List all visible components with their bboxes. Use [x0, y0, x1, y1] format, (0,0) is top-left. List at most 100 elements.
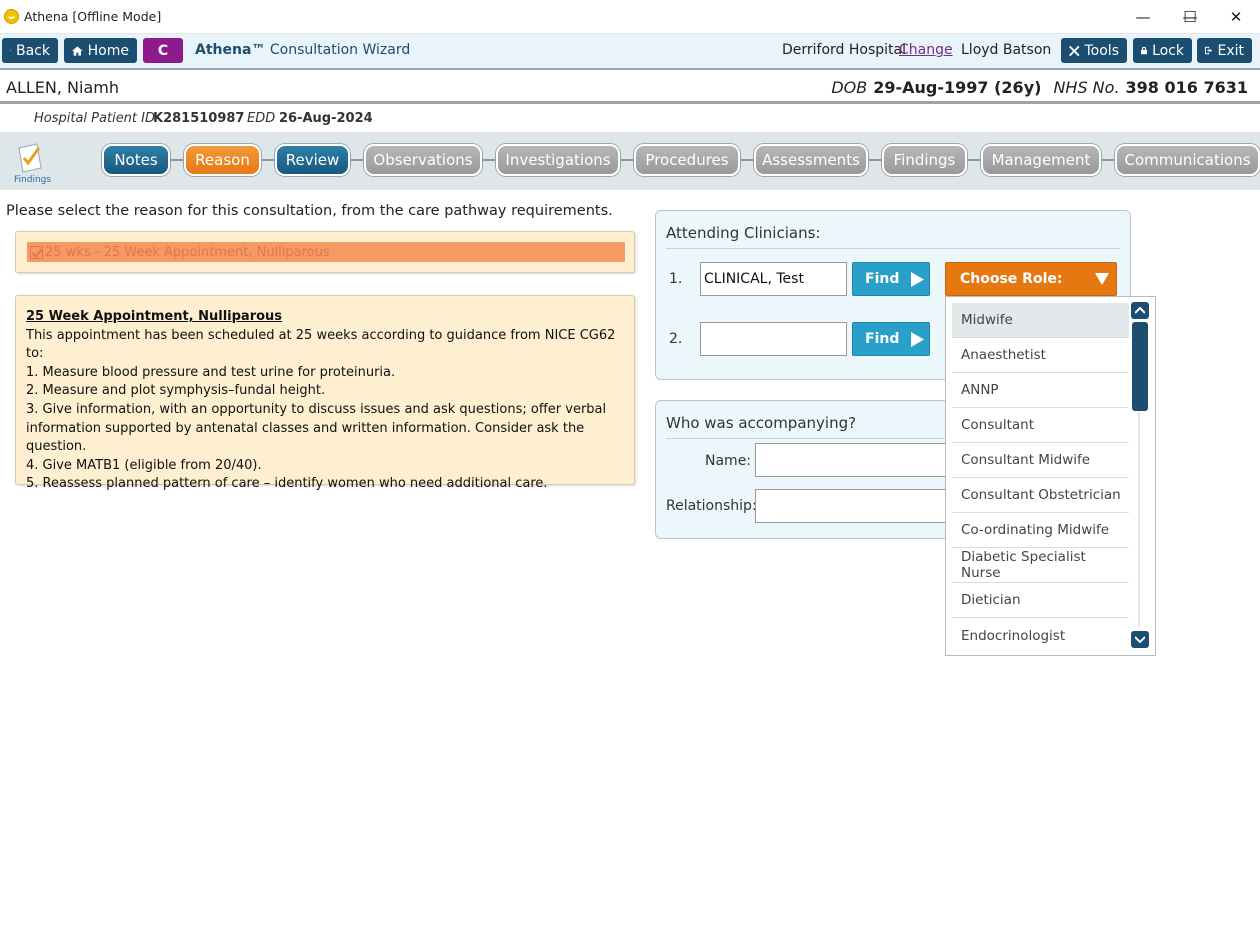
divider: [666, 248, 1120, 249]
back-button[interactable]: Back: [2, 38, 58, 63]
accompanying-name-input[interactable]: [755, 443, 955, 477]
tab-management[interactable]: Management: [981, 144, 1101, 176]
user-name: Lloyd Batson: [961, 42, 1052, 58]
c-button[interactable]: C: [143, 38, 183, 63]
patient-banner: ALLEN, Niamh DOB 29-Aug-1997 (26y) NHS No.…: [0, 68, 1260, 104]
dob-label: DOB: [831, 78, 868, 97]
clinician-1-input[interactable]: CLINICAL, Test: [700, 262, 847, 296]
play-arrow-icon: [911, 331, 925, 347]
reason-list: 25 wks - 25 Week Appointment, Nulliparou…: [15, 231, 635, 273]
dropdown-scrollbar[interactable]: [1130, 302, 1150, 650]
clipboard-check-icon: [18, 143, 42, 173]
tab-observations[interactable]: Observations: [364, 144, 482, 176]
chevron-left-icon: [10, 49, 11, 52]
step-connector: [740, 159, 754, 161]
step-connector: [261, 159, 275, 161]
tab-notes[interactable]: Notes: [102, 144, 170, 176]
edd-label: EDD: [247, 111, 276, 126]
app-brand: Athena™ Consultation Wizard: [195, 42, 410, 58]
chevron-up-icon: [1135, 307, 1145, 314]
find-label: Find: [865, 331, 900, 347]
exit-label: Exit: [1217, 42, 1244, 59]
scroll-thumb[interactable]: [1132, 322, 1148, 411]
close-button[interactable]: ✕: [1213, 0, 1259, 34]
scroll-up-button[interactable]: [1131, 302, 1149, 319]
brand-subtitle: Consultation Wizard: [269, 42, 411, 58]
role-option-consultant-midwife[interactable]: Consultant Midwife: [952, 443, 1129, 478]
reason-list-item[interactable]: 25 wks - 25 Week Appointment, Nulliparou…: [27, 242, 625, 262]
reason-line: This appointment has been scheduled at 2…: [26, 327, 616, 362]
tab-findings[interactable]: Findings: [882, 144, 967, 176]
role-option-diabetic-specialist-nurse[interactable]: Diabetic Specialist Nurse: [952, 548, 1129, 583]
step-connector: [620, 159, 634, 161]
reason-instruction: Please select the reason for this consul…: [6, 203, 613, 219]
role-option-dietician[interactable]: Dietician: [952, 583, 1129, 618]
find-clinician-1-button[interactable]: Find: [852, 262, 930, 296]
step-connector: [170, 159, 184, 161]
reason-line: 4. Give MATB1 (eligible from 20/40).: [26, 457, 262, 473]
find-clinician-2-button[interactable]: Find: [852, 322, 930, 356]
scroll-track[interactable]: [1138, 412, 1140, 627]
hospital-patient-id-label: Hospital Patient ID: [34, 111, 155, 126]
clinician-2-input[interactable]: [700, 322, 847, 356]
back-label: Back: [16, 42, 50, 59]
tab-investigations[interactable]: Investigations: [496, 144, 620, 176]
dob-value: 29-Aug-1997 (26y): [873, 78, 1042, 97]
role-option-anaesthetist[interactable]: Anaesthetist: [952, 338, 1129, 373]
home-icon: [72, 45, 83, 56]
name-label: Name:: [705, 453, 752, 469]
checkbox-checked-icon[interactable]: [30, 245, 43, 259]
step-connector: [482, 159, 496, 161]
title-bar: Athena [Offline Mode] —: [0, 0, 1260, 34]
tab-procedures[interactable]: Procedures: [634, 144, 740, 176]
relationship-label: Relationship:: [666, 498, 757, 514]
lock-icon: [1141, 46, 1148, 55]
role-option-consultant-obstetrician[interactable]: Consultant Obstetrician: [952, 478, 1129, 513]
window-title: Athena [Offline Mode]: [24, 9, 162, 24]
app-logo-icon: [4, 9, 19, 24]
tab-communications[interactable]: Communications: [1115, 144, 1260, 176]
hospital-name: Derriford Hospital: [782, 42, 907, 58]
step-connector: [1101, 159, 1115, 161]
accompanying-relationship-input[interactable]: [755, 489, 955, 523]
nhs-value: 398 016 7631: [1125, 78, 1248, 97]
reason-description: 25 Week Appointment, Nulliparous This ap…: [15, 295, 635, 491]
findings-shortcut-label: Findings: [14, 175, 52, 185]
role-option-annp[interactable]: ANNP: [952, 373, 1129, 408]
lock-button[interactable]: Lock: [1133, 38, 1192, 63]
minimize-button[interactable]: —: [1120, 0, 1166, 34]
exit-button[interactable]: Exit: [1197, 38, 1252, 63]
step-connector: [967, 159, 981, 161]
maximize-button[interactable]: ☐: [1167, 0, 1213, 34]
scroll-down-button[interactable]: [1131, 631, 1149, 648]
home-button[interactable]: Home: [64, 38, 137, 63]
caret-down-icon: [1095, 273, 1109, 285]
play-arrow-icon: [911, 271, 925, 287]
reason-line: 3. Give information, with an opportunity…: [26, 401, 607, 455]
reason-heading: 25 Week Appointment, Nulliparous: [26, 309, 283, 324]
toolbar: Back Home C Athena™ Consultation Wizard …: [0, 34, 1260, 68]
tab-review[interactable]: Review: [275, 144, 350, 176]
role-option-midwife[interactable]: Midwife: [952, 303, 1129, 338]
role-option-consultant[interactable]: Consultant: [952, 408, 1129, 443]
attending-clinicians-title: Attending Clinicians:: [666, 224, 821, 242]
change-hospital-link[interactable]: Change: [899, 42, 953, 58]
role-dropdown-list: Midwife Anaesthetist ANNP Consultant Con…: [945, 296, 1156, 656]
exit-icon: [1205, 46, 1213, 55]
role-option-coordinating-midwife[interactable]: Co-ordinating Midwife: [952, 513, 1129, 548]
choose-role-dropdown[interactable]: Choose Role:: [945, 262, 1117, 296]
choose-role-label: Choose Role:: [960, 271, 1063, 287]
step-connector: [350, 159, 364, 161]
lock-label: Lock: [1152, 42, 1184, 59]
role-option-endocrinologist[interactable]: Endocrinologist: [952, 618, 1129, 653]
tools-button[interactable]: Tools: [1061, 38, 1127, 63]
patient-subinfo: Hospital Patient ID K281510987 EDD 26-Au…: [0, 104, 1260, 132]
findings-shortcut[interactable]: Findings: [14, 142, 52, 188]
tab-assessments[interactable]: Assessments: [754, 144, 868, 176]
edd-value: 26-Aug-2024: [279, 111, 373, 126]
accompanying-title: Who was accompanying?: [666, 414, 857, 432]
brand-name: Athena™: [195, 42, 266, 58]
patient-name: ALLEN, Niamh: [6, 78, 119, 97]
hospital-patient-id-value: K281510987: [153, 111, 245, 126]
tab-reason[interactable]: Reason: [184, 144, 261, 176]
